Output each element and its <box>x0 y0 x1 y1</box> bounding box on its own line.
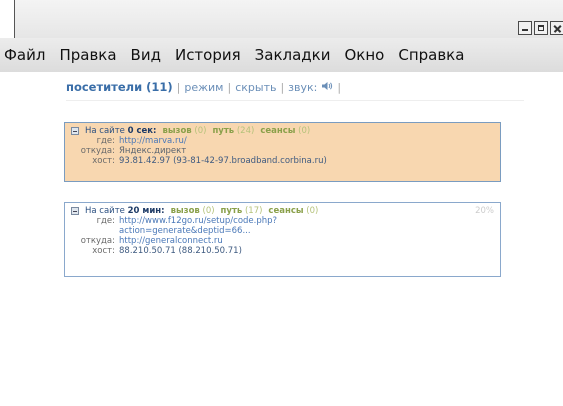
calls-count: (0) <box>194 126 207 136</box>
where-label: где: <box>96 216 115 226</box>
maximize-icon[interactable] <box>534 21 548 35</box>
sessions-link[interactable]: сеансы <box>268 206 303 216</box>
collapse-icon[interactable] <box>71 127 79 135</box>
separator: | <box>280 80 285 94</box>
menu-edit[interactable]: Правка <box>52 46 123 64</box>
sessions-link[interactable]: сеансы <box>260 126 295 136</box>
on-site-time: 20 мин: <box>127 206 165 216</box>
hide-link[interactable]: скрыть <box>235 81 276 94</box>
visitors-title: посетители (11) <box>66 80 173 94</box>
separator: | <box>176 80 181 94</box>
mode-link[interactable]: режим <box>184 81 223 94</box>
menu-file[interactable]: Файл <box>0 46 52 64</box>
where-link[interactable]: http://www.f12go.ru/setup/code.php? <box>119 216 277 226</box>
menu-view[interactable]: Вид <box>124 46 168 64</box>
title-bar <box>15 0 563 38</box>
paths-link[interactable]: путь <box>221 206 243 216</box>
on-site-label: На сайте <box>85 126 125 136</box>
host-value: 93.81.42.97 (93-81-42-97.broadband.corbi… <box>119 156 327 166</box>
sound-label[interactable]: звук: <box>288 81 317 94</box>
from-row: откуда: Яндекс.директ <box>71 146 494 156</box>
visitor-card-header: На сайте 20 мин: вызов (0) путь (17) сеа… <box>71 206 494 216</box>
collapse-icon[interactable] <box>71 207 79 215</box>
host-row: хост: 88.210.50.71 (88.210.50.71) <box>71 246 494 256</box>
from-value: Яндекс.директ <box>119 146 187 156</box>
header-divider <box>66 100 524 101</box>
where-link[interactable]: http://marva.ru/ <box>119 136 187 146</box>
sessions-count: (0) <box>306 206 319 216</box>
close-icon[interactable] <box>550 21 563 35</box>
idle-percent: 20% <box>475 206 494 216</box>
host-value: 88.210.50.71 (88.210.50.71) <box>119 246 242 256</box>
visitor-card[interactable]: На сайте 20 мин: вызов (0) путь (17) сеа… <box>64 202 501 277</box>
where-row: где: http://www.f12go.ru/setup/code.php? <box>71 216 494 226</box>
calls-count: (0) <box>202 206 215 216</box>
where-link-continued[interactable]: action=generate&deptid=66... <box>71 226 494 236</box>
calls-link[interactable]: вызов <box>162 126 191 136</box>
on-site-label: На сайте <box>85 206 125 216</box>
visitors-header: посетители (11) | режим | скрыть | звук:… <box>66 80 341 94</box>
on-site-time: 0 сек: <box>127 126 157 136</box>
menu-bar: Файл Правка Вид История Закладки Окно Сп… <box>0 38 563 72</box>
paths-count: (17) <box>244 206 263 216</box>
menu-history[interactable]: История <box>168 46 248 64</box>
separator: | <box>337 80 342 94</box>
where-row: где: http://marva.ru/ <box>71 136 494 146</box>
menu-window[interactable]: Окно <box>337 46 391 64</box>
calls-link[interactable]: вызов <box>171 206 200 216</box>
speaker-icon[interactable] <box>321 81 333 94</box>
separator: | <box>227 80 232 94</box>
host-label: хост: <box>92 156 115 166</box>
from-label: откуда: <box>80 146 115 156</box>
from-link[interactable]: http://generalconnect.ru <box>119 236 223 246</box>
visitor-card-header: На сайте 0 сек: вызов (0) путь (24) сеан… <box>71 126 494 136</box>
page-content: посетители (11) | режим | скрыть | звук:… <box>14 72 563 406</box>
window-controls <box>518 21 563 35</box>
from-row: откуда: http://generalconnect.ru <box>71 236 494 246</box>
from-label: откуда: <box>80 236 115 246</box>
menu-help[interactable]: Справка <box>391 46 471 64</box>
host-row: хост: 93.81.42.97 (93-81-42-97.broadband… <box>71 156 494 166</box>
paths-count: (24) <box>236 126 255 136</box>
menu-bookmarks[interactable]: Закладки <box>248 46 338 64</box>
host-label: хост: <box>92 246 115 256</box>
where-label: где: <box>96 136 115 146</box>
visitor-card[interactable]: На сайте 0 сек: вызов (0) путь (24) сеан… <box>64 122 501 182</box>
minimize-icon[interactable] <box>518 21 532 35</box>
paths-link[interactable]: путь <box>212 126 234 136</box>
sessions-count: (0) <box>298 126 311 136</box>
